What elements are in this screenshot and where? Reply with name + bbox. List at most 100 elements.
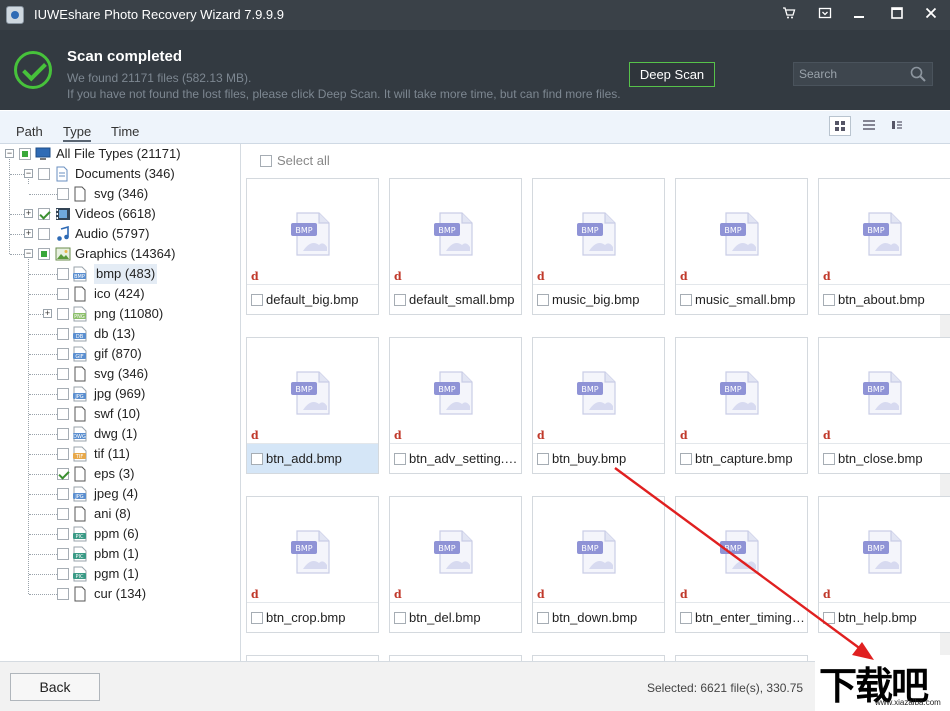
minimize-icon[interactable] xyxy=(848,5,870,25)
file-thumbnail[interactable]: BMPd xyxy=(390,179,521,284)
tree-item[interactable]: GIFgif (870) xyxy=(0,344,240,364)
tree-item-checkbox[interactable] xyxy=(19,148,31,160)
file-thumbnail[interactable]: BMPd xyxy=(533,497,664,602)
tab-time[interactable]: Time xyxy=(111,124,139,139)
tree-item[interactable]: eps (3) xyxy=(0,464,240,484)
tree-item[interactable]: +Videos (6618) xyxy=(0,204,240,224)
tree-item[interactable]: cur (134) xyxy=(0,584,240,604)
file-checkbox[interactable] xyxy=(537,453,549,465)
file-thumbnail[interactable]: BMPd xyxy=(819,338,950,443)
deep-scan-button[interactable]: Deep Scan xyxy=(629,62,715,87)
search-input[interactable] xyxy=(794,63,906,85)
file-thumbnail[interactable]: BMPd xyxy=(390,338,521,443)
tree-item-checkbox[interactable] xyxy=(57,368,69,380)
file-card[interactable]: BMPdbtn_close.bmp xyxy=(818,337,950,474)
file-thumbnail[interactable]: BMPd xyxy=(819,497,950,602)
close-icon[interactable] xyxy=(920,5,942,25)
file-checkbox[interactable] xyxy=(251,612,263,624)
file-card[interactable]: BMPdbtn_enter_timing.bmp xyxy=(675,496,808,633)
file-thumbnail[interactable]: BMPd xyxy=(533,338,664,443)
file-checkbox[interactable] xyxy=(680,612,692,624)
file-checkbox[interactable] xyxy=(394,453,406,465)
file-thumbnail[interactable]: BMPd xyxy=(247,338,378,443)
file-thumbnail[interactable]: BMPd xyxy=(247,497,378,602)
tree-item-checkbox[interactable] xyxy=(57,408,69,420)
tree-item-checkbox[interactable] xyxy=(57,548,69,560)
file-thumbnail[interactable]: BMPd xyxy=(819,179,950,284)
file-checkbox[interactable] xyxy=(251,294,263,306)
file-thumbnail[interactable]: BMPd xyxy=(533,179,664,284)
tree-item-checkbox[interactable] xyxy=(57,328,69,340)
file-checkbox[interactable] xyxy=(680,294,692,306)
file-name-bar[interactable]: btn_adv_setting.bmp xyxy=(390,443,521,473)
file-checkbox[interactable] xyxy=(823,612,835,624)
expand-icon[interactable]: + xyxy=(43,309,52,318)
file-card[interactable]: BMPddefault_big.bmp xyxy=(246,178,379,315)
file-checkbox[interactable] xyxy=(394,294,406,306)
file-name-bar[interactable]: btn_about.bmp xyxy=(819,284,950,314)
menu-icon[interactable] xyxy=(814,5,836,25)
tree-item-checkbox[interactable] xyxy=(57,388,69,400)
tree-item[interactable]: PICpgm (1) xyxy=(0,564,240,584)
file-name-bar[interactable]: btn_buy.bmp xyxy=(533,443,664,473)
select-all-checkbox[interactable] xyxy=(260,155,272,167)
file-name-bar[interactable]: btn_add.bmp xyxy=(247,443,378,473)
tree-item[interactable]: TIFtif (11) xyxy=(0,444,240,464)
tree-item[interactable]: +Audio (5797) xyxy=(0,224,240,244)
file-card[interactable]: BMPdbtn_buy.bmp xyxy=(532,337,665,474)
cart-icon[interactable] xyxy=(778,5,800,25)
file-card[interactable]: BMPdbtn_capture.bmp xyxy=(675,337,808,474)
collapse-icon[interactable]: − xyxy=(24,169,33,178)
tree-item[interactable]: PICppm (6) xyxy=(0,524,240,544)
tree-item[interactable]: −Graphics (14364) xyxy=(0,244,240,264)
tree-item[interactable]: DWGdwg (1) xyxy=(0,424,240,444)
tree-item[interactable]: JPGjpeg (4) xyxy=(0,484,240,504)
tree-item-checkbox[interactable] xyxy=(57,528,69,540)
tree-item-checkbox[interactable] xyxy=(38,208,50,220)
tree-item[interactable]: DBdb (13) xyxy=(0,324,240,344)
file-card[interactable]: BMPdbtn_crop.bmp xyxy=(246,496,379,633)
tree-item-checkbox[interactable] xyxy=(38,168,50,180)
file-card[interactable]: BMPdmusic_big.bmp xyxy=(532,178,665,315)
collapse-icon[interactable]: − xyxy=(24,249,33,258)
tree-item-checkbox[interactable] xyxy=(57,288,69,300)
tree-item[interactable]: ico (424) xyxy=(0,284,240,304)
maximize-icon[interactable] xyxy=(886,5,908,25)
tree-item[interactable]: −Documents (346) xyxy=(0,164,240,184)
file-name-bar[interactable]: btn_crop.bmp xyxy=(247,602,378,632)
tree-item-checkbox[interactable] xyxy=(57,488,69,500)
tree-item-checkbox[interactable] xyxy=(57,508,69,520)
tree-item[interactable]: −All File Types (21171) xyxy=(0,144,240,164)
expand-icon[interactable]: + xyxy=(24,209,33,218)
tree-item[interactable]: ani (8) xyxy=(0,504,240,524)
file-card[interactable]: BMPdmusic_small.bmp xyxy=(675,178,808,315)
tree-item-checkbox[interactable] xyxy=(57,428,69,440)
file-checkbox[interactable] xyxy=(537,294,549,306)
file-card[interactable]: BMPdbtn_add.bmp xyxy=(246,337,379,474)
search-icon[interactable] xyxy=(910,66,926,82)
expand-icon[interactable]: + xyxy=(24,229,33,238)
tree-item[interactable]: PICpbm (1) xyxy=(0,544,240,564)
file-thumbnail[interactable]: BMPd xyxy=(676,497,807,602)
file-thumbnail[interactable]: BMPd xyxy=(247,179,378,284)
file-name-bar[interactable]: btn_down.bmp xyxy=(533,602,664,632)
tree-item-checkbox[interactable] xyxy=(57,468,69,480)
file-checkbox[interactable] xyxy=(680,453,692,465)
tree-item-checkbox[interactable] xyxy=(57,308,69,320)
file-name-bar[interactable]: btn_close.bmp xyxy=(819,443,950,473)
tree-item[interactable]: JPGjpg (969) xyxy=(0,384,240,404)
tree-item-checkbox[interactable] xyxy=(57,588,69,600)
collapse-icon[interactable]: − xyxy=(5,149,14,158)
file-card[interactable]: BMPdbtn_adv_setting.bmp xyxy=(389,337,522,474)
file-name-bar[interactable]: btn_del.bmp xyxy=(390,602,521,632)
tree-item[interactable]: swf (10) xyxy=(0,404,240,424)
file-checkbox[interactable] xyxy=(823,453,835,465)
tree-item-checkbox[interactable] xyxy=(57,188,69,200)
tree-item-checkbox[interactable] xyxy=(38,228,50,240)
back-button[interactable]: Back xyxy=(10,673,100,701)
file-thumbnail[interactable]: BMPd xyxy=(390,497,521,602)
tree-item[interactable]: svg (346) xyxy=(0,184,240,204)
tree-item[interactable]: +PNGpng (11080) xyxy=(0,304,240,324)
file-checkbox[interactable] xyxy=(251,453,263,465)
tree-item[interactable]: svg (346) xyxy=(0,364,240,384)
